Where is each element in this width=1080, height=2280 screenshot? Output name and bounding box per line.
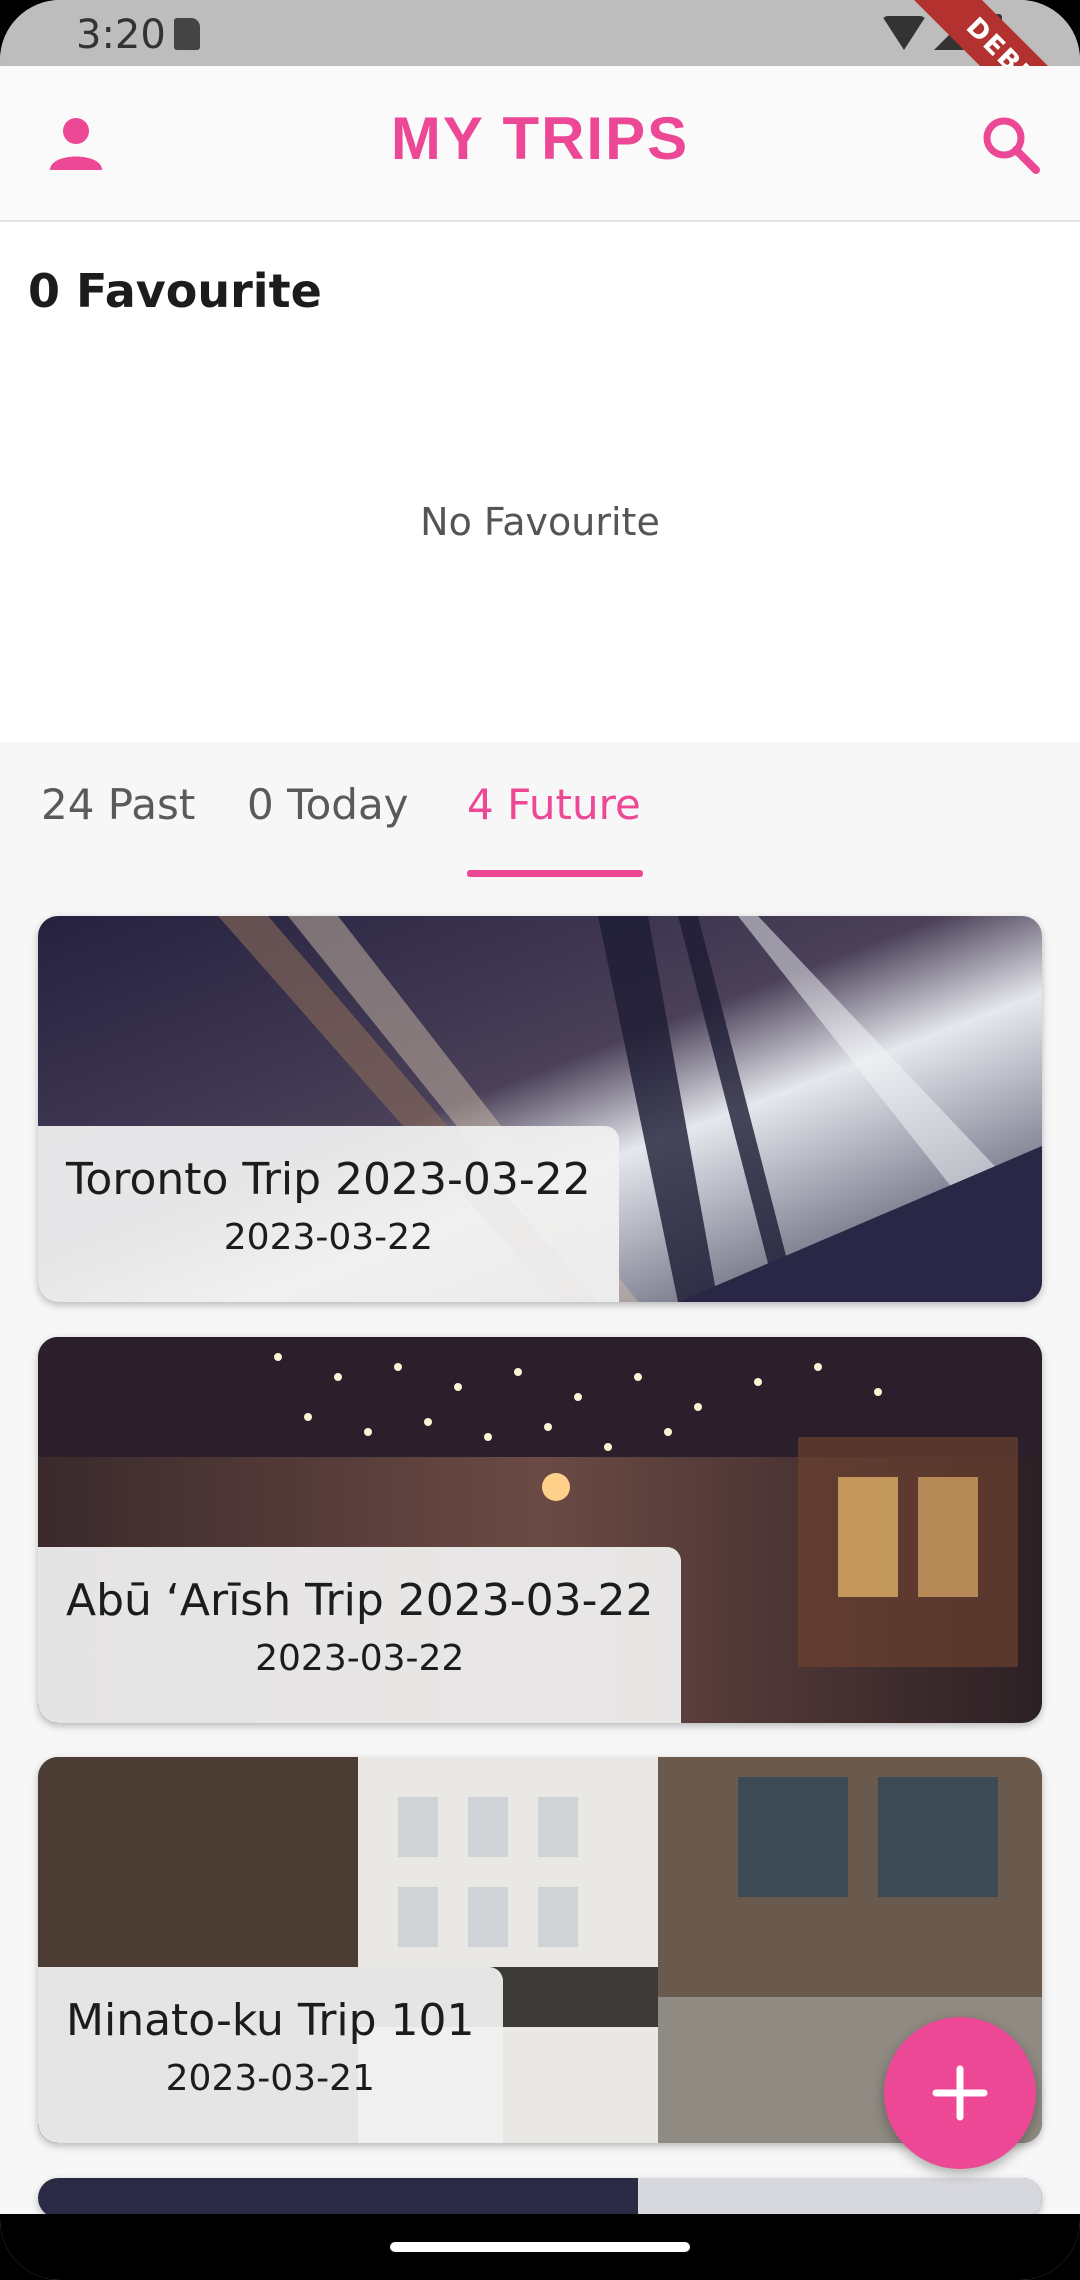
trip-card-label: Minato-ku Trip 101 2023-03-21 <box>38 1967 503 2143</box>
add-trip-button[interactable] <box>884 2017 1036 2169</box>
trip-tabs: 24 Past 0 Today 4 Future <box>0 742 1080 882</box>
trip-card-peek[interactable] <box>38 2178 1042 2218</box>
page-title: MY TRIPS <box>390 105 690 172</box>
tab-future[interactable]: 4 Future <box>467 780 641 829</box>
trip-date: 2023-03-22 <box>255 1638 465 1679</box>
favourite-empty-text: No Favourite <box>420 500 660 544</box>
sd-card-icon <box>174 18 200 50</box>
favourite-count: 0 Favourite <box>28 264 322 318</box>
trip-photo <box>38 2178 1042 2218</box>
trip-date: 2023-03-22 <box>223 1217 433 1258</box>
trip-card[interactable]: Abū ‘Arīsh Trip 2023-03-22 2023-03-22 <box>38 1337 1042 1723</box>
app-bar: MY TRIPS <box>0 66 1080 222</box>
plus-icon <box>932 2065 988 2121</box>
trip-card-label: Toronto Trip 2023-03-22 2023-03-22 <box>38 1126 619 1302</box>
trip-title: Abū ‘Arīsh Trip 2023-03-22 <box>66 1575 654 1626</box>
status-time: 3:20 <box>76 12 166 58</box>
wifi-icon <box>882 16 926 50</box>
status-bar: 3:20 DEBUG <box>0 0 1080 171</box>
trip-title: Minato-ku Trip 101 <box>66 1995 475 2046</box>
app-screen: 3:20 DEBUG MY TRIPS 0 Favourite No Favou… <box>0 0 1080 2280</box>
tab-indicator <box>467 870 643 877</box>
trip-date: 2023-03-21 <box>165 2058 375 2099</box>
home-indicator[interactable] <box>390 2242 690 2252</box>
system-nav-bar <box>0 2214 1080 2280</box>
trip-card[interactable]: Toronto Trip 2023-03-22 2023-03-22 <box>38 916 1042 1302</box>
tab-past[interactable]: 24 Past <box>41 780 195 829</box>
search-icon[interactable] <box>980 114 1042 176</box>
trip-card-label: Abū ‘Arīsh Trip 2023-03-22 2023-03-22 <box>38 1547 682 1723</box>
tab-today[interactable]: 0 Today <box>247 780 409 829</box>
trip-title: Toronto Trip 2023-03-22 <box>66 1154 591 1205</box>
favourites-section: 0 Favourite No Favourite <box>0 222 1080 742</box>
